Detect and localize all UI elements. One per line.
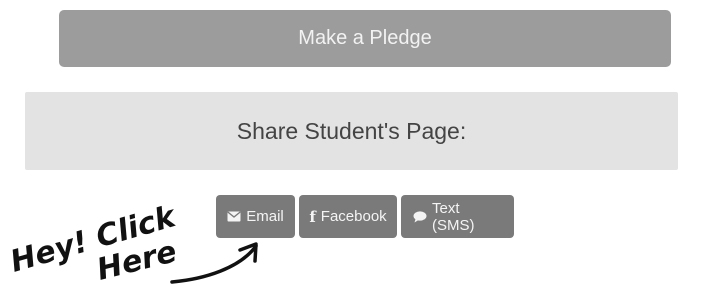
hey-click-here-annotation: Hey! Click Here (7, 199, 258, 287)
share-sms-button[interactable]: Text (SMS) (401, 195, 514, 238)
share-panel: Share Student's Page: (25, 92, 678, 170)
facebook-label: Facebook (320, 208, 387, 225)
make-pledge-label: Make a Pledge (298, 27, 432, 49)
sms-label: Text (SMS) (432, 199, 475, 234)
share-facebook-button[interactable]: f Facebook (299, 195, 397, 238)
share-title: Share Student's Page: (236, 117, 467, 144)
arrow-icon (170, 244, 258, 284)
make-pledge-button[interactable]: Make a Pledge (59, 10, 671, 67)
donation-page: Make a Pledge Share Student's Page: Emai… (0, 0, 711, 287)
facebook-icon: f (309, 207, 316, 226)
chat-bubble-icon (413, 210, 427, 223)
